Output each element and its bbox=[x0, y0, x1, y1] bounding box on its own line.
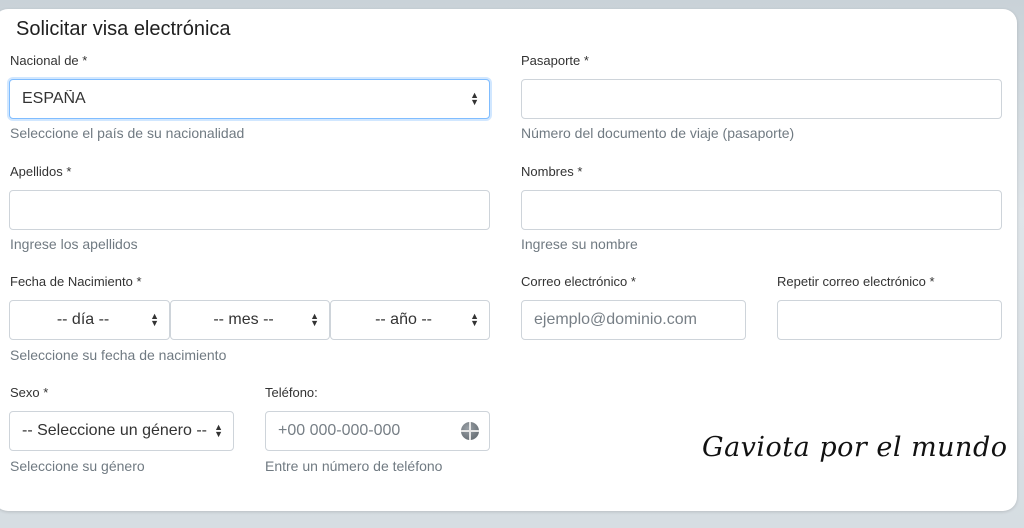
email-input[interactable]: ejemplo@dominio.com bbox=[521, 300, 746, 340]
sex-label: Sexo * bbox=[10, 385, 49, 400]
select-arrows-icon: ▲ ▼ bbox=[470, 90, 479, 107]
nationality-select[interactable]: ESPAÑA ▲ ▼ bbox=[9, 79, 490, 119]
email-repeat-input[interactable] bbox=[777, 300, 1002, 340]
birthdate-help: Seleccione su fecha de nacimiento bbox=[10, 347, 227, 363]
names-label: Nombres * bbox=[521, 164, 583, 179]
watermark-signature: Gaviota por el mundo bbox=[702, 432, 1008, 463]
names-input[interactable] bbox=[521, 190, 1002, 230]
passport-input[interactable] bbox=[521, 79, 1002, 119]
phone-placeholder: +00 000-000-000 bbox=[278, 422, 401, 439]
select-arrows-icon: ▲ ▼ bbox=[214, 422, 223, 439]
select-arrows-icon: ▲ ▼ bbox=[150, 311, 159, 328]
nationality-value: ESPAÑA bbox=[22, 90, 86, 107]
phone-input[interactable]: +00 000-000-000 bbox=[265, 411, 490, 451]
phone-help: Entre un número de teléfono bbox=[265, 458, 443, 474]
sex-value: -- Seleccione un género -- bbox=[22, 422, 207, 439]
surnames-help: Ingrese los apellidos bbox=[10, 236, 138, 252]
phone-label: Teléfono: bbox=[265, 385, 318, 400]
birth-month-select[interactable]: -- mes -- ▲ ▼ bbox=[170, 300, 330, 340]
select-arrows-icon: ▲ ▼ bbox=[310, 311, 319, 328]
globe-icon[interactable] bbox=[461, 422, 479, 440]
select-arrows-icon: ▲ ▼ bbox=[470, 311, 479, 328]
email-label: Correo electrónico * bbox=[521, 274, 636, 289]
sex-help: Seleccione su género bbox=[10, 458, 145, 474]
form-title: Solicitar visa electrónica bbox=[16, 18, 231, 40]
email-placeholder: ejemplo@dominio.com bbox=[534, 311, 697, 328]
birth-month-value: -- mes -- bbox=[213, 311, 274, 328]
sex-select[interactable]: -- Seleccione un género -- ▲ ▼ bbox=[9, 411, 234, 451]
birth-day-value: -- día -- bbox=[56, 311, 110, 328]
names-help: Ingrese su nombre bbox=[521, 236, 638, 252]
nationality-label: Nacional de * bbox=[10, 53, 88, 68]
surnames-input[interactable] bbox=[9, 190, 490, 230]
email-repeat-label: Repetir correo electrónico * bbox=[777, 274, 935, 289]
birth-day-select[interactable]: -- día -- ▲ ▼ bbox=[9, 300, 170, 340]
surnames-label: Apellidos * bbox=[10, 164, 72, 179]
birth-year-select[interactable]: -- año -- ▲ ▼ bbox=[330, 300, 490, 340]
birthdate-label: Fecha de Nacimiento * bbox=[10, 274, 142, 289]
birth-year-value: -- año -- bbox=[375, 311, 432, 328]
passport-label: Pasaporte * bbox=[521, 53, 589, 68]
passport-help: Número del documento de viaje (pasaporte… bbox=[521, 125, 795, 141]
nationality-help: Seleccione el país de su nacionalidad bbox=[10, 125, 245, 141]
